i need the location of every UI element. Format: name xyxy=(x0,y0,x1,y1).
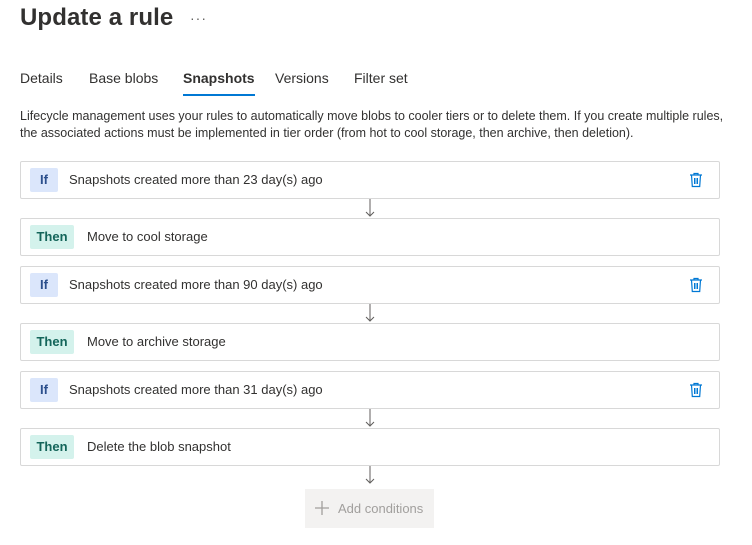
more-options-button[interactable]: ··· xyxy=(190,10,207,26)
then-action-text: Delete the blob snapshot xyxy=(87,439,231,454)
tab-details[interactable]: Details xyxy=(20,70,63,96)
if-condition-text: Snapshots created more than 23 day(s) ag… xyxy=(69,172,323,187)
plus-icon xyxy=(315,501,329,515)
arrow-down-icon xyxy=(365,409,375,427)
trash-icon[interactable] xyxy=(689,172,703,188)
if-condition-text: Snapshots created more than 90 day(s) ag… xyxy=(69,277,323,292)
page-title: Update a rule xyxy=(20,4,174,31)
then-action-card[interactable]: Then Move to cool storage xyxy=(20,218,720,256)
then-action-text: Move to archive storage xyxy=(87,334,226,349)
then-badge: Then xyxy=(30,435,74,459)
then-badge: Then xyxy=(30,330,74,354)
tab-base-blobs[interactable]: Base blobs xyxy=(89,70,158,96)
tab-snapshots[interactable]: Snapshots xyxy=(183,70,255,96)
then-action-card[interactable]: Then Delete the blob snapshot xyxy=(20,428,720,466)
if-condition-card[interactable]: If Snapshots created more than 31 day(s)… xyxy=(20,371,720,409)
tab-filter-set[interactable]: Filter set xyxy=(354,70,408,96)
description-text: Lifecycle management uses your rules to … xyxy=(20,109,724,140)
if-badge: If xyxy=(30,168,58,192)
arrow-down-icon xyxy=(365,304,375,322)
if-badge: If xyxy=(30,378,58,402)
add-conditions-button[interactable]: Add conditions xyxy=(305,489,434,528)
if-condition-card[interactable]: If Snapshots created more than 90 day(s)… xyxy=(20,266,720,304)
arrow-down-icon xyxy=(365,466,375,484)
trash-icon[interactable] xyxy=(689,277,703,293)
trash-icon[interactable] xyxy=(689,382,703,398)
then-action-card[interactable]: Then Move to archive storage xyxy=(20,323,720,361)
then-badge: Then xyxy=(30,225,74,249)
add-conditions-label: Add conditions xyxy=(338,501,424,516)
then-action-text: Move to cool storage xyxy=(87,229,208,244)
tab-versions[interactable]: Versions xyxy=(275,70,329,96)
if-condition-text: Snapshots created more than 31 day(s) ag… xyxy=(69,382,323,397)
if-condition-card[interactable]: If Snapshots created more than 23 day(s)… xyxy=(20,161,720,199)
if-badge: If xyxy=(30,273,58,297)
arrow-down-icon xyxy=(365,199,375,217)
